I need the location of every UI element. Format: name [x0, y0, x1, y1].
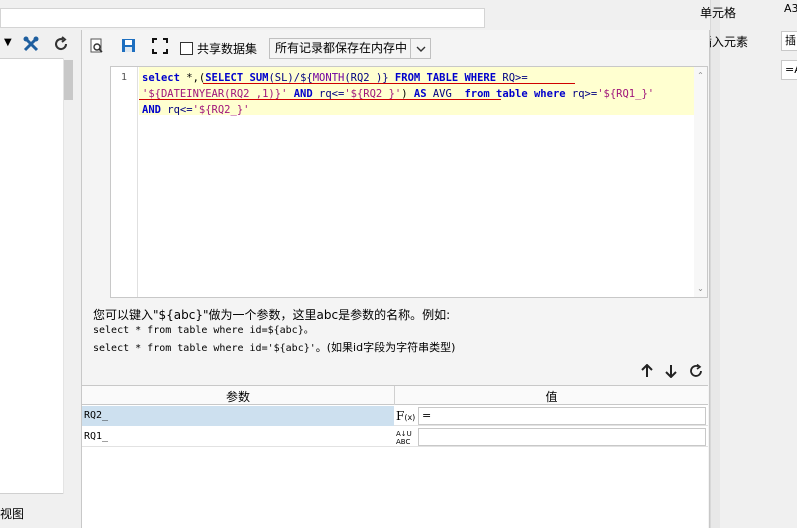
dataset-query-dialog: 共享数据集 所有记录都保存在内存中 1 select *,(SELECT SUM… [81, 30, 710, 528]
refresh-icon[interactable] [52, 35, 70, 56]
left-toolbar: ▼ [0, 33, 80, 57]
save-icon[interactable] [119, 36, 139, 56]
param-name[interactable]: RQ1_ [82, 427, 394, 447]
code-token: rq<= [160, 104, 193, 116]
code-token: AND [142, 104, 161, 116]
code-token: '${RQ1_}' [597, 88, 655, 100]
error-underline [139, 99, 501, 100]
help-example-1: select * from table where id=${abc}。 [93, 325, 314, 336]
share-dataset-label: 共享数据集 [197, 42, 258, 56]
right-separator [710, 0, 720, 528]
error-underline [203, 83, 575, 84]
chevron-down-icon[interactable] [410, 39, 430, 58]
scroll-down-icon[interactable]: ⌄ [696, 284, 705, 293]
column-header-param: 参数 [225, 390, 250, 404]
arrow-down-icon[interactable] [662, 362, 680, 380]
formula-field[interactable]: =A [781, 60, 797, 80]
table-row[interactable]: RQ2_ F(x) = [82, 406, 708, 426]
sql-editor[interactable]: 1 select *,(SELECT SUM(SL)/${MONTH(RQ2_)… [110, 66, 708, 298]
left-scrollbar[interactable] [63, 58, 75, 494]
help-note: 。(如果id字段为字符串类型) [315, 341, 456, 354]
table-header: 参数 值 [82, 386, 708, 405]
help-line: 您可以键入"${abc}"做为一个参数，这里abc是参数的名称。例如: [93, 308, 451, 322]
cache-mode-select[interactable]: 所有记录都保存在内存中 [269, 38, 431, 59]
column-header-value: 值 [545, 390, 558, 404]
code-area[interactable]: select *,(SELECT SUM(SL)/${MONTH(RQ2_)} … [139, 67, 695, 297]
code-token: *,( [179, 72, 206, 84]
text-type-icon[interactable]: A↓U ABC [396, 428, 418, 446]
share-dataset-checkbox[interactable] [180, 42, 193, 55]
parameters-table: 参数 值 RQ2_ F(x) = RQ1_ A↓U ABC [82, 385, 708, 528]
cache-mode-value: 所有记录都保存在内存中 [275, 41, 408, 55]
dialog-toolbar: 共享数据集 所有记录都保存在内存中 [82, 34, 709, 59]
tools-icon[interactable] [22, 35, 40, 56]
view-label: 视图 [0, 507, 25, 521]
scroll-up-icon[interactable]: ⌃ [696, 71, 705, 80]
cell-label: 单元格 [700, 6, 737, 20]
refresh-icon[interactable] [687, 362, 705, 380]
param-value-field[interactable]: = [418, 407, 706, 425]
fullscreen-icon[interactable] [150, 36, 170, 56]
code-token: rq>= [565, 88, 598, 100]
cell-value: A3 [784, 2, 797, 15]
line-number-gutter: 1 [111, 67, 138, 297]
param-name[interactable]: RQ2_ [82, 406, 394, 426]
table-row[interactable]: RQ1_ A↓U ABC [82, 427, 708, 447]
parameter-help: 您可以键入"${abc}"做为一个参数，这里abc是参数的名称。例如: sele… [93, 307, 455, 357]
code-token: '${RQ2_}' [192, 104, 250, 116]
editor-scrollbar[interactable]: ⌃ ⌄ [694, 67, 707, 297]
arrow-up-icon[interactable] [638, 362, 656, 380]
left-scrollbar-thumb[interactable] [64, 60, 73, 100]
chevron-down-icon[interactable]: ▼ [4, 37, 12, 48]
sql-code[interactable]: select *,(SELECT SUM(SL)/${MONTH(RQ2_)} … [142, 70, 702, 118]
insert-element-field[interactable]: 插 [781, 31, 797, 51]
code-token: select [142, 72, 180, 84]
line-number: 1 [120, 72, 128, 83]
help-example-2: select * from table where id='${abc}' [93, 343, 316, 354]
param-value-field[interactable] [418, 428, 706, 446]
preview-icon[interactable] [87, 36, 107, 56]
formula-icon[interactable]: F(x) [396, 407, 418, 425]
top-path-input[interactable] [0, 8, 485, 28]
